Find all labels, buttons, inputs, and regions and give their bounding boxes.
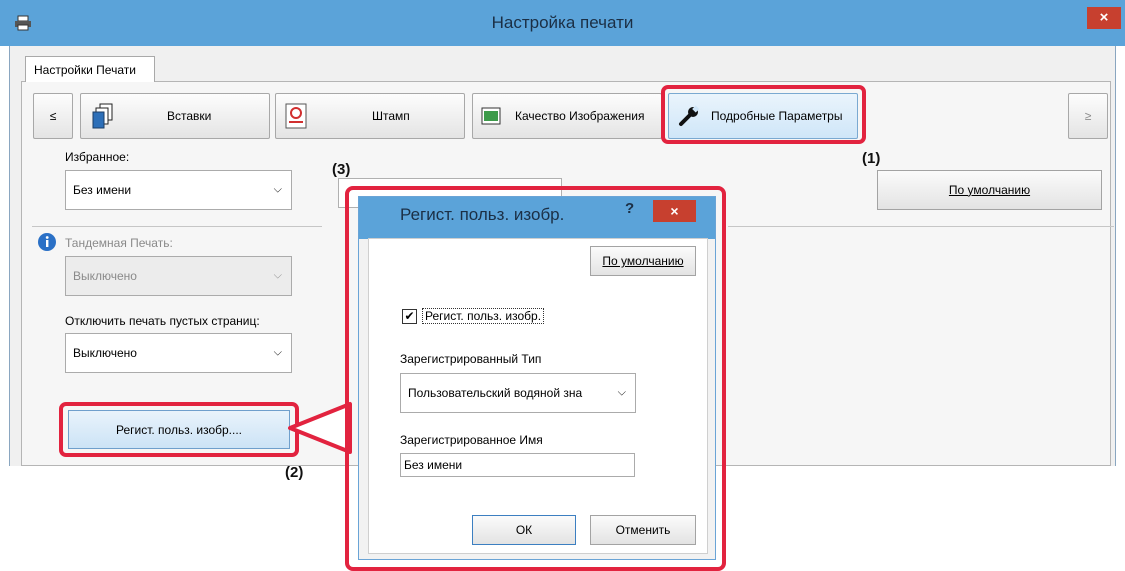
registered-type-select[interactable]: Пользовательский водяной зна ⌵ bbox=[400, 373, 636, 413]
dialog-title: Регист. польз. изобр. bbox=[400, 205, 565, 224]
tandem-value: Выключено bbox=[73, 269, 137, 283]
divider bbox=[32, 226, 322, 227]
printer-icon bbox=[14, 15, 32, 31]
register-checkbox-row[interactable]: ✔ Регист. польз. изобр. bbox=[402, 308, 545, 324]
toolbar-image-quality-label: Качество Изображения bbox=[515, 109, 645, 123]
blank-pages-label: Отключить печать пустых страниц: bbox=[65, 314, 260, 328]
favorites-default-label: По умолчанию bbox=[948, 183, 1031, 197]
dialog-default-label: По умолчанию bbox=[602, 254, 684, 268]
toolbar-stamp-button[interactable]: Штамп bbox=[275, 93, 465, 139]
divider bbox=[728, 226, 1114, 227]
dialog-cancel-button[interactable]: Отменить bbox=[590, 515, 696, 545]
checkmark-icon[interactable]: ✔ bbox=[402, 308, 417, 324]
blank-pages-select[interactable]: Выключено ⌵ bbox=[65, 333, 292, 373]
dialog-ok-label: ОК bbox=[515, 523, 533, 537]
tandem-select: Выключено ⌵ bbox=[65, 256, 292, 296]
toolbar-image-quality-button[interactable]: Качество Изображения bbox=[472, 93, 662, 139]
dialog-close-button[interactable]: × bbox=[653, 200, 696, 222]
favorites-select[interactable]: Без имени ⌵ bbox=[65, 170, 292, 210]
toolbar-next-label: ≥ bbox=[1084, 109, 1092, 123]
favorites-default-button[interactable]: По умолчанию bbox=[877, 170, 1102, 210]
inserts-icon bbox=[91, 103, 115, 129]
info-icon bbox=[38, 233, 56, 251]
toolbar-inserts-button[interactable]: Вставки bbox=[80, 93, 270, 139]
callout-1: (1) bbox=[862, 150, 881, 167]
registered-name-label: Зарегистрированное Имя bbox=[400, 433, 543, 447]
toolbar-prev-label: ≤ bbox=[49, 109, 57, 123]
tandem-label: Тандемная Печать: bbox=[65, 236, 173, 250]
toolbar-stamp-label: Штамп bbox=[372, 109, 410, 123]
registered-type-label: Зарегистрированный Тип bbox=[400, 352, 542, 366]
stamp-icon bbox=[284, 103, 308, 129]
register-image-label: Регист. польз. изобр.... bbox=[115, 422, 243, 437]
toolbar-prev-button[interactable]: ≤ bbox=[33, 93, 73, 139]
toolbar-inserts-label: Вставки bbox=[167, 109, 212, 123]
registered-type-value: Пользовательский водяной зна bbox=[408, 386, 583, 400]
chevron-down-icon: ⌵ bbox=[273, 269, 282, 282]
window-title: Настройка печати bbox=[491, 13, 634, 32]
tab-print-settings[interactable]: Настройки Печати bbox=[25, 56, 155, 82]
dialog-default-button[interactable]: По умолчанию bbox=[590, 246, 696, 276]
favorites-label: Избранное: bbox=[65, 150, 130, 164]
blank-pages-value: Выключено bbox=[73, 346, 137, 360]
chevron-down-icon: ⌵ bbox=[617, 386, 626, 399]
dialog-cancel-label: Отменить bbox=[615, 523, 671, 537]
registered-name-field[interactable] bbox=[400, 453, 635, 477]
favorites-value: Без имени bbox=[73, 183, 132, 197]
dialog-help-button[interactable]: ? bbox=[625, 200, 639, 217]
callout-2: (2) bbox=[285, 464, 304, 481]
highlight-box-1 bbox=[661, 85, 866, 144]
toolbar-next-button[interactable]: ≥ bbox=[1068, 93, 1108, 139]
image-quality-icon bbox=[479, 104, 503, 128]
callout-3: (3) bbox=[332, 161, 351, 178]
chevron-down-icon: ⌵ bbox=[273, 346, 282, 359]
register-checkbox-label: Регист. польз. изобр. bbox=[422, 308, 545, 324]
dialog-ok-button[interactable]: ОК bbox=[472, 515, 576, 545]
chevron-down-icon: ⌵ bbox=[273, 183, 282, 196]
register-image-button[interactable]: Регист. польз. изобр.... bbox=[68, 410, 290, 449]
window-close-button[interactable]: × bbox=[1087, 7, 1121, 29]
